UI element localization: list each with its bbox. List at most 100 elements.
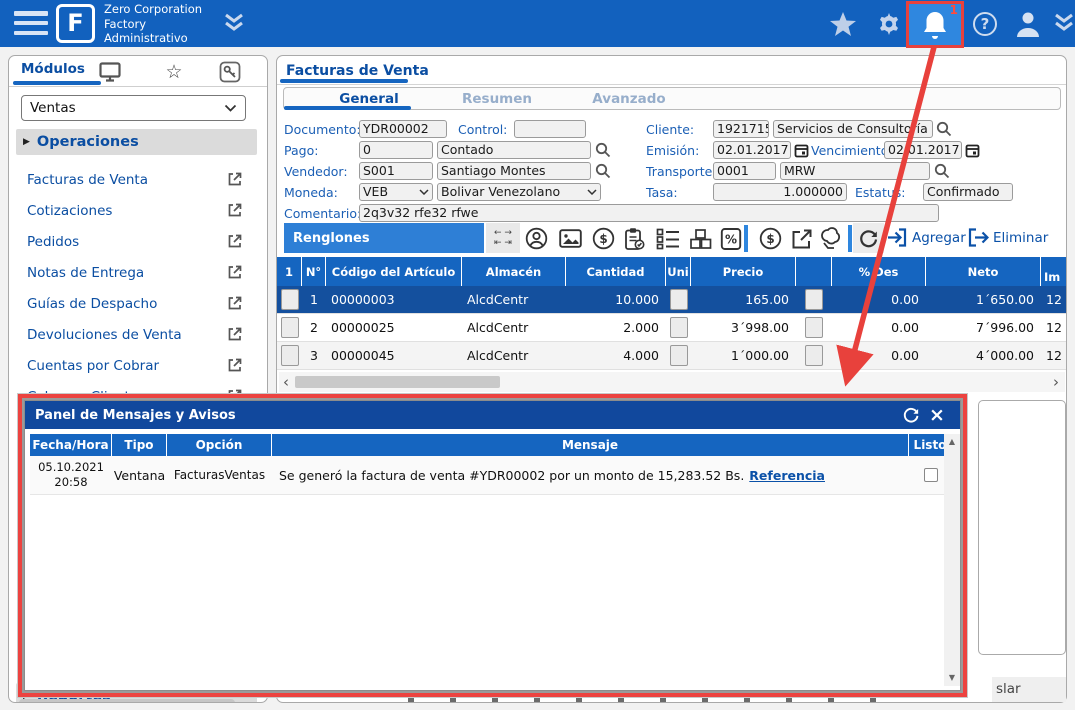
scroll-up-icon[interactable]: ▲	[944, 434, 960, 450]
vencimiento-field[interactable]: 02.01.2017	[884, 141, 962, 159]
eliminar-button[interactable]: Eliminar	[967, 227, 1048, 248]
listo-checkbox[interactable]	[924, 468, 938, 482]
uni-button[interactable]	[670, 345, 688, 366]
documento-label: Documento:	[284, 121, 361, 138]
sidebar-hscrollbar-thumb[interactable]	[19, 699, 235, 703]
control-field[interactable]	[514, 120, 586, 138]
chevron-double-down-right-icon[interactable]	[1052, 13, 1075, 33]
stamp-icon[interactable]	[818, 225, 846, 252]
expand-columns-icon[interactable]: ← → ⇤ ⇥	[486, 223, 520, 253]
notifications-bell-button[interactable]: 1	[906, 1, 964, 48]
sidebar-item-cotizaciones[interactable]: Cotizaciones	[9, 195, 268, 226]
tab-resumen[interactable]: Resumen	[442, 91, 552, 107]
message-row[interactable]: 05.10.2021 20:58 Ventana FacturasVentas …	[30, 456, 952, 495]
tab-modulos[interactable]: Módulos	[21, 61, 85, 77]
packages-icon[interactable]	[687, 225, 715, 252]
uni-button[interactable]	[670, 317, 688, 338]
search-icon[interactable]	[594, 162, 612, 180]
agregar-button[interactable]: Agregar	[886, 227, 966, 248]
open-external-icon[interactable]	[788, 225, 816, 252]
comentario-field[interactable]: 2q3v32 rfe32 rfwe	[359, 204, 939, 222]
row-selector-button[interactable]	[281, 345, 299, 366]
panel-refresh-icon[interactable]	[898, 403, 924, 427]
external-link-icon[interactable]	[227, 295, 243, 311]
settings-gear-icon[interactable]	[872, 8, 906, 40]
external-link-icon[interactable]	[227, 357, 243, 373]
calendar-icon[interactable]	[792, 141, 810, 159]
table-row-selected[interactable]: 1 00000003 AlcdCentr 10.000 165.00 0.00 …	[277, 286, 1067, 314]
uni-button[interactable]	[670, 289, 688, 310]
moneda-name-select[interactable]: Bolivar Venezolano	[437, 183, 601, 201]
search-icon[interactable]	[933, 162, 951, 180]
external-link-icon[interactable]	[227, 264, 243, 280]
transporte-code-field[interactable]: 0001	[713, 162, 776, 180]
calendar-icon[interactable]	[963, 141, 981, 159]
chevron-double-down-icon[interactable]	[222, 13, 246, 33]
external-link-icon[interactable]	[227, 171, 243, 187]
panel-vscrollbar[interactable]: ▲ ▼	[944, 434, 960, 686]
section-operaciones[interactable]: ▶ Operaciones	[16, 129, 257, 155]
detail-button[interactable]	[805, 289, 823, 310]
sidebar-item-facturas-de-venta[interactable]: Facturas de Venta	[9, 164, 268, 195]
documento-field[interactable]: YDR00002	[359, 120, 447, 138]
table-row[interactable]: 2 00000025 AlcdCentr 2.000 3´998.00 0.00…	[277, 314, 1067, 342]
tasa-field[interactable]: 1.000000	[713, 183, 847, 201]
currency-icon[interactable]: $	[756, 225, 784, 252]
external-link-icon[interactable]	[227, 202, 243, 218]
scroll-right-icon[interactable]: ›	[1049, 373, 1063, 391]
pago-code-field[interactable]: 0	[359, 141, 433, 159]
monitor-icon[interactable]	[95, 60, 125, 84]
refresh-icon[interactable]	[853, 223, 884, 253]
vendedor-name-field[interactable]: Santiago Montes	[437, 162, 591, 180]
search-icon[interactable]	[594, 141, 612, 159]
customer-icon[interactable]	[522, 225, 550, 252]
vendedor-code-field[interactable]: S001	[359, 162, 433, 180]
row-selector-button[interactable]	[281, 317, 299, 338]
cliente-code-field[interactable]: 19217154	[713, 120, 769, 138]
scroll-left-icon[interactable]: ‹	[279, 373, 293, 391]
hamburger-menu-icon[interactable]	[14, 11, 48, 35]
referencia-link[interactable]: Referencia	[749, 468, 825, 483]
tab-avanzado[interactable]: Avanzado	[574, 91, 684, 107]
emision-field[interactable]: 02.01.2017	[713, 141, 791, 159]
detail-button[interactable]	[805, 345, 823, 366]
hscrollbar-thumb[interactable]	[295, 376, 500, 388]
moneda-label: Moneda:	[284, 184, 338, 201]
external-link-icon[interactable]	[227, 233, 243, 249]
star-outline-icon[interactable]: ☆	[159, 60, 189, 84]
percent-icon[interactable]: %	[717, 225, 745, 252]
sidebar-item-devoluciones-de-venta[interactable]: Devoluciones de Venta	[9, 319, 268, 350]
pago-name-field[interactable]: Contado	[437, 141, 591, 159]
external-link-icon[interactable]	[227, 326, 243, 342]
sidebar-item-pedidos[interactable]: Pedidos	[9, 226, 268, 257]
app-title-line1: Zero Corporation	[104, 2, 202, 17]
checklist-icon[interactable]	[654, 225, 682, 252]
clipboard-check-icon[interactable]	[621, 225, 649, 252]
image-icon[interactable]	[556, 225, 584, 252]
sidebar-tabs: Módulos ☆	[9, 56, 267, 87]
sidebar-item-notas-de-entrega[interactable]: Notas de Entrega	[9, 257, 268, 288]
cliente-label: Cliente:	[646, 121, 694, 138]
panel-close-icon[interactable]: ×	[924, 403, 950, 427]
search-icon[interactable]	[935, 120, 953, 138]
table-row[interactable]: 3 00000045 AlcdCentr 4.000 1´000.00 0.00…	[277, 342, 1067, 370]
sidebar-item-cuentas-por-cobrar[interactable]: Cuentas por Cobrar	[9, 350, 268, 381]
detail-button[interactable]	[805, 317, 823, 338]
tab-general[interactable]: General	[314, 91, 424, 107]
user-profile-icon[interactable]	[1011, 8, 1045, 40]
transporte-name-field[interactable]: MRW	[780, 162, 930, 180]
scroll-down-icon[interactable]: ▼	[944, 670, 960, 686]
row-selector-button[interactable]	[281, 289, 299, 310]
partial-button[interactable]: slar	[992, 677, 1066, 702]
help-icon[interactable]: ?	[968, 8, 1002, 40]
comentario-label: Comentario:	[284, 205, 361, 222]
key-icon[interactable]	[215, 60, 245, 84]
favorites-star-icon[interactable]	[826, 8, 860, 40]
table-hscrollbar[interactable]: ‹ ›	[279, 372, 1065, 392]
module-select[interactable]: Ventas	[21, 95, 246, 121]
estatus-field[interactable]: Confirmado	[923, 183, 1013, 201]
cliente-name-field[interactable]: Servicios de Consultoría	[773, 120, 933, 138]
sidebar-item-guias-de-despacho[interactable]: Guías de Despacho	[9, 288, 268, 319]
moneda-code-select[interactable]: VEB	[359, 183, 433, 201]
price-icon[interactable]: $	[589, 225, 617, 252]
